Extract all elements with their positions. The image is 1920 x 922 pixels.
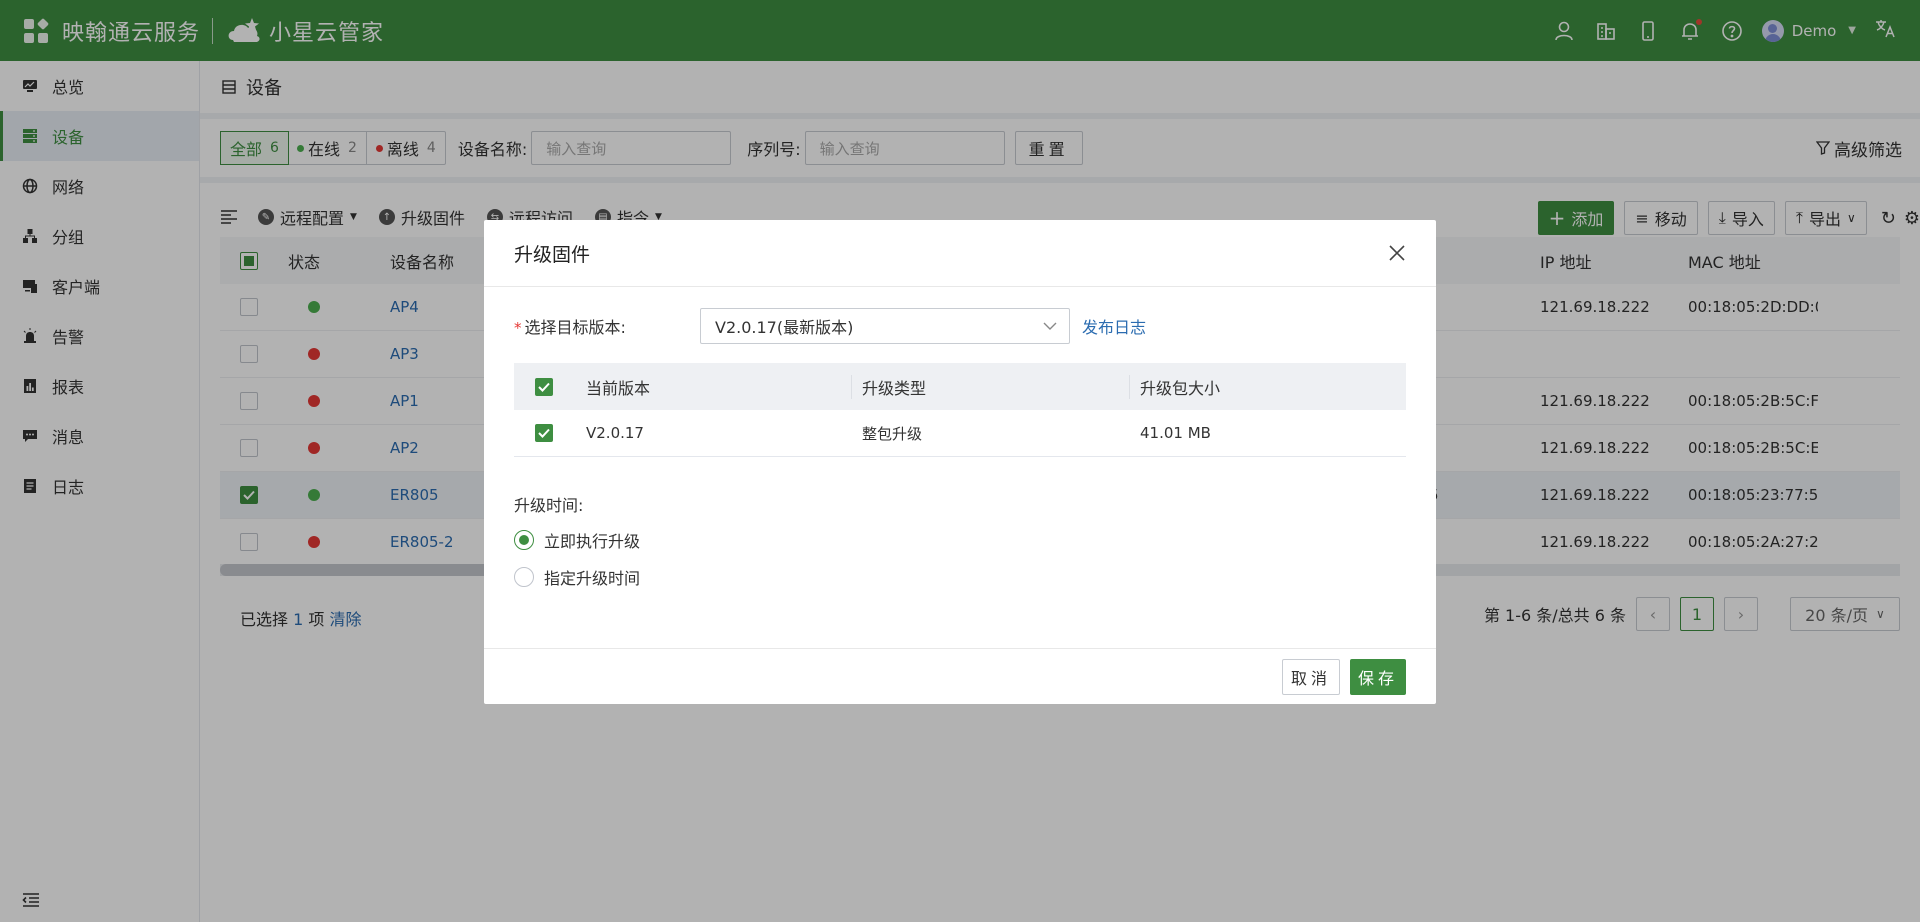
target-version-label: * 选择目标版本: bbox=[514, 318, 626, 337]
radio-button[interactable] bbox=[514, 530, 534, 550]
target-version-value: V2.0.17(最新版本) bbox=[715, 318, 854, 337]
package-size-cell: 41.01 MB bbox=[1140, 424, 1211, 442]
dialog-title: 升级固件 bbox=[514, 243, 591, 266]
chevron-down-icon bbox=[1043, 322, 1057, 330]
cancel-button[interactable]: 取消 bbox=[1282, 659, 1340, 695]
header-package-size: 升级包大小 bbox=[1140, 378, 1221, 398]
upgrade-type-cell: 整包升级 bbox=[862, 424, 923, 443]
dialog-footer: 取消 保存 bbox=[484, 648, 1436, 704]
save-button[interactable]: 保存 bbox=[1350, 659, 1406, 695]
dialog-header: 升级固件 bbox=[484, 220, 1436, 287]
radio-scheduled-label: 指定升级时间 bbox=[544, 569, 641, 588]
select-all-checkbox[interactable] bbox=[535, 377, 553, 396]
upgrade-table-header: 当前版本 升级类型 升级包大小 bbox=[514, 363, 1406, 410]
table-row: V2.0.17 整包升级 41.01 MB bbox=[514, 410, 1406, 457]
current-version-cell: V2.0.17 bbox=[586, 424, 644, 442]
upgrade-table: 当前版本 升级类型 升级包大小 V2.0.17 整包升级 41.01 MB bbox=[514, 363, 1406, 457]
target-version-row: * 选择目标版本: V2.0.17(最新版本) 发布日志 bbox=[514, 308, 1146, 344]
header-upgrade-type: 升级类型 bbox=[852, 374, 1130, 399]
release-log-link[interactable]: 发布日志 bbox=[1082, 314, 1146, 338]
radio-button[interactable] bbox=[514, 567, 534, 587]
required-mark: * bbox=[514, 319, 522, 337]
upgrade-time-label: 升级时间: bbox=[514, 496, 584, 515]
target-version-select[interactable]: V2.0.17(最新版本) bbox=[700, 308, 1070, 344]
upgrade-firmware-dialog: 升级固件 * 选择目标版本: V2.0.17(最新版本) 发布日志 当前版本 升级… bbox=[484, 220, 1436, 704]
row-checkbox[interactable] bbox=[535, 424, 553, 442]
close-icon[interactable] bbox=[1388, 244, 1406, 262]
radio-upgrade-now-label: 立即执行升级 bbox=[544, 532, 641, 551]
radio-scheduled[interactable]: 指定升级时间 bbox=[514, 565, 640, 589]
radio-upgrade-now[interactable]: 立即执行升级 bbox=[514, 528, 640, 552]
header-current-version: 当前版本 bbox=[574, 374, 852, 399]
